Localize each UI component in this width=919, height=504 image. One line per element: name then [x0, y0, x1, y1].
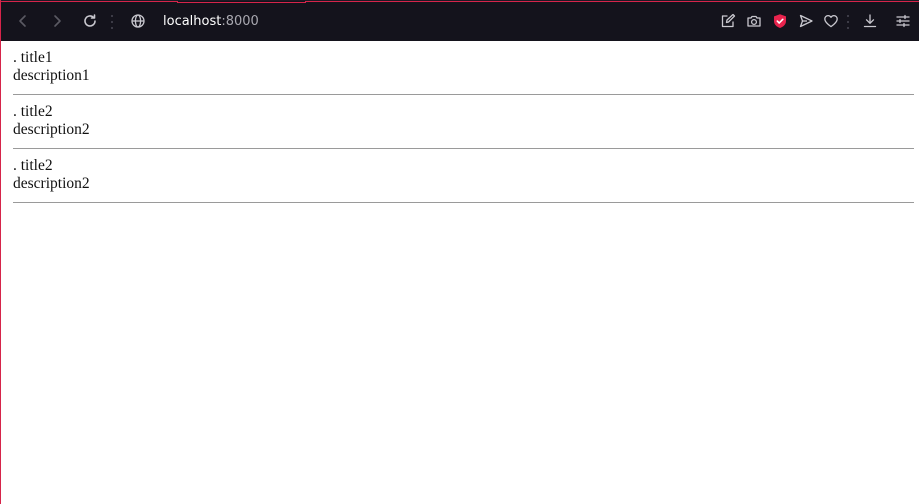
camera-icon	[747, 15, 761, 27]
globe-icon	[131, 14, 145, 28]
send-button[interactable]	[794, 9, 818, 33]
item-description: description1	[13, 67, 90, 84]
item-title: . title1	[13, 49, 53, 66]
chevron-left-icon	[19, 15, 26, 27]
list-item: . title1 description1	[13, 41, 914, 95]
favorite-button[interactable]	[819, 9, 843, 33]
page-content: . title1 description1 . title2 descripti…	[13, 41, 914, 203]
list-item: . title2 description2	[13, 95, 914, 149]
menu-button[interactable]	[891, 9, 915, 33]
address-port: :8000	[221, 14, 259, 29]
address-host: localhost	[163, 14, 222, 29]
sliders-icon	[896, 14, 910, 28]
item-description: description2	[13, 175, 90, 192]
toolbar-separator	[111, 15, 113, 29]
active-tab-indicator[interactable]	[177, 1, 306, 3]
download-icon	[863, 14, 877, 28]
window-accent-line	[1, 1, 177, 2]
download-button[interactable]	[858, 9, 882, 33]
list-item: . title2 description2	[13, 149, 914, 203]
shield-button[interactable]	[768, 9, 792, 33]
browser-toolbar: localhost:8000	[1, 0, 919, 41]
back-button[interactable]	[11, 9, 35, 33]
address-bar[interactable]: localhost:8000	[163, 12, 259, 32]
edit-icon	[721, 13, 736, 28]
reload-icon	[84, 14, 96, 27]
chevron-right-icon	[54, 15, 61, 27]
item-title: . title2	[13, 157, 53, 174]
screenshot-button[interactable]	[742, 9, 766, 33]
forward-button[interactable]	[45, 9, 69, 33]
edit-button[interactable]	[716, 9, 740, 33]
item-title: . title2	[13, 103, 53, 120]
heart-icon	[824, 14, 838, 28]
toolbar-separator	[847, 15, 849, 29]
reload-button[interactable]	[78, 9, 102, 33]
shield-icon	[774, 14, 786, 28]
browser-window: localhost:8000 . title1 description1 . t…	[0, 0, 919, 504]
send-icon	[799, 14, 813, 28]
item-description: description2	[13, 121, 90, 138]
item-divider	[13, 202, 914, 203]
window-accent-line	[306, 1, 919, 2]
site-info-button[interactable]	[126, 9, 150, 33]
